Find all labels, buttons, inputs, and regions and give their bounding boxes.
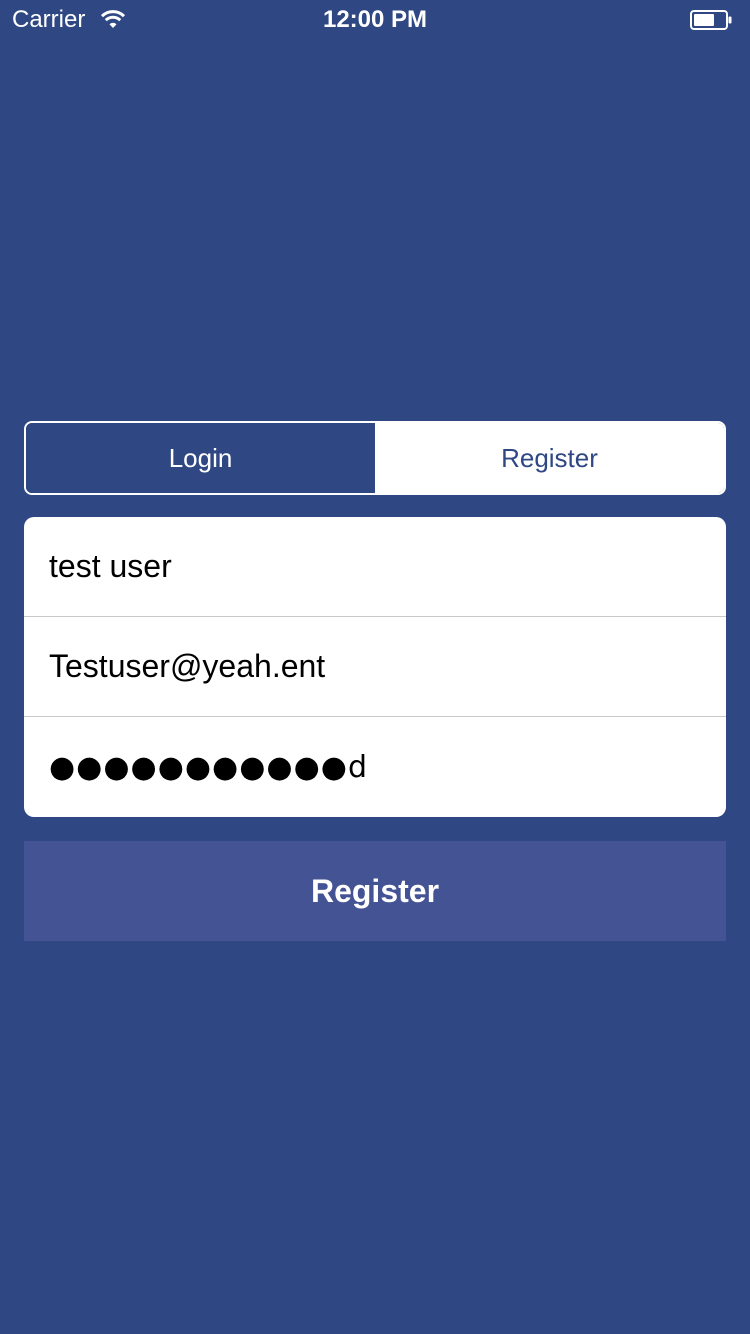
register-form: ●●●●●●●●●●●d	[24, 517, 726, 817]
username-input[interactable]	[49, 548, 689, 585]
clock: 12:00 PM	[322, 6, 428, 33]
email-field-row	[24, 617, 726, 717]
tab-login[interactable]: Login	[26, 423, 375, 493]
register-button[interactable]: Register	[24, 841, 726, 941]
battery-icon	[690, 10, 732, 30]
username-field-row	[24, 517, 726, 617]
password-input[interactable]: ●●●●●●●●●●●d	[49, 750, 368, 785]
password-field-row[interactable]: ●●●●●●●●●●●d	[24, 717, 726, 817]
email-input[interactable]	[49, 648, 689, 685]
status-bar: Carrier 12:00 PM	[0, 0, 750, 40]
tab-register[interactable]: Register	[375, 423, 724, 493]
auth-mode-segmented-control: Login Register	[24, 421, 726, 495]
